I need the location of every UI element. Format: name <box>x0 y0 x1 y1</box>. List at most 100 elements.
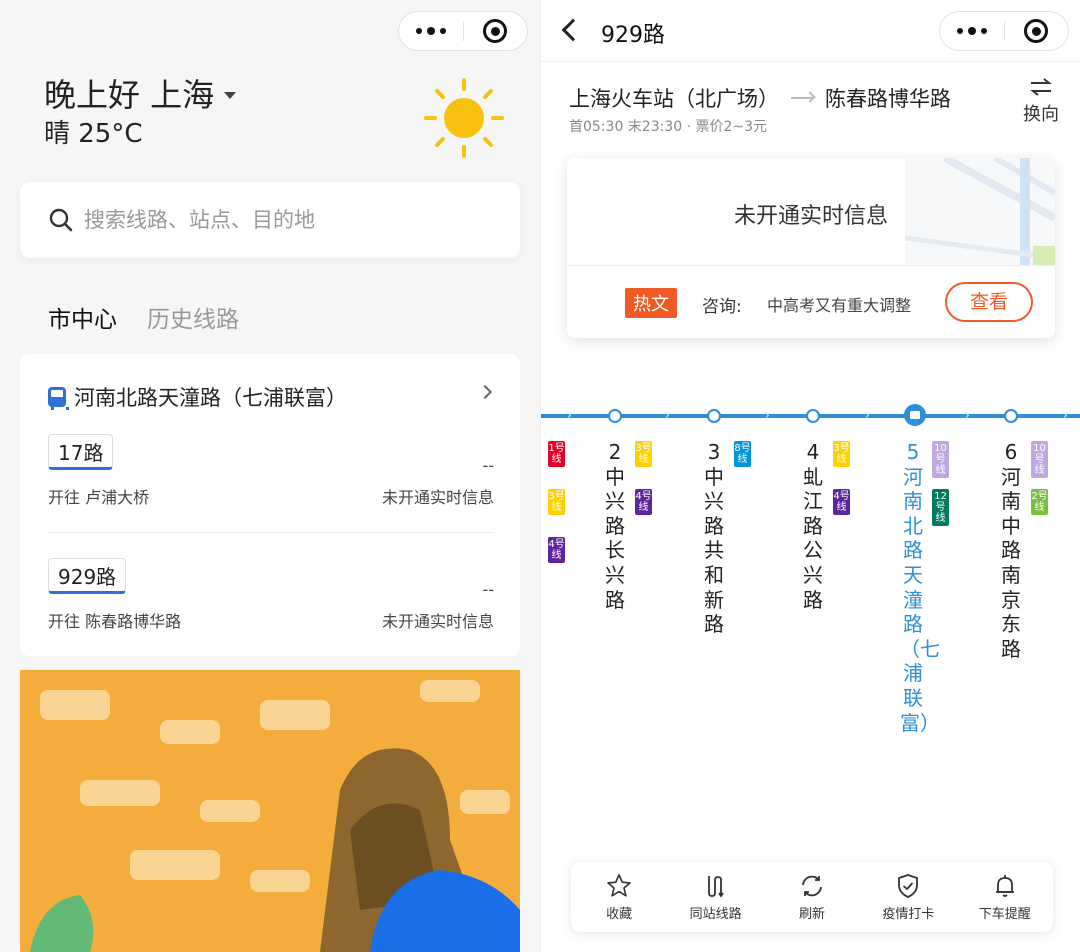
search-input[interactable] <box>84 208 464 232</box>
back-arrow-icon[interactable] <box>561 18 585 42</box>
swap-direction-button[interactable]: 换向 <box>1023 78 1059 126</box>
stop-index: 3 <box>707 440 721 464</box>
route-badge: 17路 <box>48 434 114 470</box>
stop-node[interactable] <box>707 409 721 423</box>
metro-badge-line-2: 2号线 <box>1031 489 1048 515</box>
greeting-text: 晚上好 上海 <box>44 76 215 114</box>
weather-text: 晴 25°C <box>44 119 143 149</box>
favorite-label: 收藏 <box>606 906 633 922</box>
nav-bar: 929路 <box>541 0 1080 62</box>
realtime-status-message: 未开通实时信息 <box>733 204 888 229</box>
swap-icon <box>1030 78 1052 96</box>
metro-badge-line-3: 3号线 <box>548 489 565 515</box>
metro-badge-line-10: 10号线 <box>1031 441 1048 478</box>
realtime-info-card: 未开通实时信息 热文 咨询: 中高考又有重大调整 查看 <box>567 158 1055 338</box>
stop-name: 河南中路南京东路 <box>1001 464 1021 661</box>
stop-node[interactable] <box>608 409 622 423</box>
route-badge: 929路 <box>48 558 127 594</box>
close-mini-program-icon[interactable] <box>464 19 528 43</box>
hot-article-tag: 热文 <box>625 288 677 318</box>
home-screen: 晚上好 上海 晴 25°C 市中心 历史线路 河南北路天潼路（七浦联富） <box>0 0 540 952</box>
health-checkin-button[interactable]: 疫情打卡 <box>863 873 953 922</box>
tab-history-routes[interactable]: 历史线路 <box>147 300 239 334</box>
promo-banner-blurred[interactable] <box>20 670 520 952</box>
alight-reminder-label: 下车提醒 <box>978 906 1031 922</box>
more-icon[interactable] <box>399 27 463 35</box>
route-status: 未开通实时信息 <box>381 612 494 631</box>
metro-badge-line-4: 4号线 <box>635 489 652 515</box>
metro-badge-line-4: 4号线 <box>548 537 565 563</box>
route-item-929[interactable]: 929路 -- 开往 陈春路博华路 未开通实时信息 <box>48 558 494 631</box>
station-name: 河南北路天潼路（七浦联富） <box>74 386 347 410</box>
nearby-station-card: 河南北路天潼路（七浦联富） 17路 -- 开往 卢浦大桥 未开通实时信息 929… <box>20 354 520 656</box>
stop-index: 6 <box>1004 440 1018 464</box>
station-header[interactable]: 河南北路天潼路（七浦联富） <box>48 382 347 412</box>
mini-program-capsule <box>398 11 528 51</box>
stop-name: 虬江路公兴路 <box>803 464 823 612</box>
stop-item-5-current[interactable]: 5 河南北路天潼路（七浦联富） <box>900 440 940 735</box>
route-eta: -- <box>482 456 494 475</box>
bell-icon <box>995 874 1014 897</box>
stop-name: 中兴路长兴路 <box>605 464 625 612</box>
health-checkin-label: 疫情打卡 <box>882 906 935 922</box>
star-icon <box>607 873 631 897</box>
metro-badge-line-10: 10号线 <box>932 441 949 478</box>
route-detail-screen: 929路 上海火车站（北广场） 陈春路博华路 首05:30 末23:30 · 票… <box>540 0 1080 952</box>
stop-item-2[interactable]: 2 中兴路长兴路 <box>602 440 628 612</box>
consult-label: 咨询: <box>702 297 742 317</box>
stop-node[interactable] <box>1004 409 1018 423</box>
refresh-icon <box>802 875 822 896</box>
tab-city-center[interactable]: 市中心 <box>48 300 117 334</box>
stop-item-4[interactable]: 4 虬江路公兴路 <box>800 440 826 612</box>
alight-reminder-button[interactable]: 下车提醒 <box>960 873 1050 922</box>
mini-program-capsule <box>939 11 1069 51</box>
shield-check-icon <box>898 873 919 898</box>
route-schedule-fare: 首05:30 末23:30 · 票价2~3元 <box>569 119 768 135</box>
bus-stop-icon <box>48 387 69 410</box>
more-icon[interactable] <box>940 27 1004 35</box>
city-selector[interactable]: 晚上好 上海 <box>44 70 237 116</box>
same-station-label: 同站线路 <box>689 906 742 922</box>
search-icon <box>49 208 73 232</box>
blurred-banner-image <box>20 670 520 952</box>
metro-badge-line-12: 12号线 <box>932 489 949 526</box>
current-stop-bus-icon[interactable] <box>904 404 926 426</box>
view-article-button[interactable]: 查看 <box>945 282 1033 322</box>
metro-badge-line-1: 1号线 <box>548 441 565 467</box>
metro-badge-line-8: 8号线 <box>734 441 751 467</box>
divider <box>567 265 1055 266</box>
route-destination: 陈春路博华路 <box>825 87 951 111</box>
close-mini-program-icon[interactable] <box>1005 19 1069 43</box>
chevron-right-icon[interactable] <box>477 384 493 400</box>
search-bar[interactable] <box>20 182 520 258</box>
caret-down-icon <box>224 91 237 99</box>
stop-name: 河南北路天潼路（七浦联富） <box>900 464 940 735</box>
route-direction: 开往 陈春路博华路 <box>48 612 182 631</box>
same-station-icon <box>707 875 724 898</box>
stop-item-3[interactable]: 3 中兴路共和新路 <box>701 440 727 637</box>
home-tabs: 市中心 历史线路 <box>48 300 239 334</box>
route-eta: -- <box>482 580 494 599</box>
sun-icon <box>424 78 504 158</box>
bottom-action-bar: 收藏 同站线路 刷新 疫情打卡 下车提醒 <box>571 862 1053 932</box>
route-status: 未开通实时信息 <box>381 488 494 507</box>
route-title: 929路 <box>601 23 665 48</box>
divider <box>48 532 494 533</box>
favorite-button[interactable]: 收藏 <box>574 873 664 922</box>
stop-node[interactable] <box>806 409 820 423</box>
metro-badge-line-3: 3号线 <box>635 441 652 467</box>
metro-badge-line-3: 3号线 <box>833 441 850 467</box>
stop-index: 2 <box>608 440 622 464</box>
metro-badge-line-4: 4号线 <box>833 489 850 515</box>
route-endpoints: 上海火车站（北广场） 陈春路博华路 <box>569 83 951 113</box>
stop-item-6[interactable]: 6 河南中路南京东路 <box>998 440 1024 661</box>
stop-index: 5 <box>906 440 920 464</box>
same-station-routes-button[interactable]: 同站线路 <box>671 873 761 922</box>
route-item-17[interactable]: 17路 -- 开往 卢浦大桥 未开通实时信息 <box>48 434 494 507</box>
swap-label: 换向 <box>1023 104 1059 125</box>
refresh-label: 刷新 <box>798 906 825 922</box>
route-origin: 上海火车站（北广场） <box>569 87 779 111</box>
refresh-button[interactable]: 刷新 <box>767 873 857 922</box>
arrow-right-icon <box>791 97 813 99</box>
article-headline[interactable]: 中高考又有重大调整 <box>767 292 932 316</box>
